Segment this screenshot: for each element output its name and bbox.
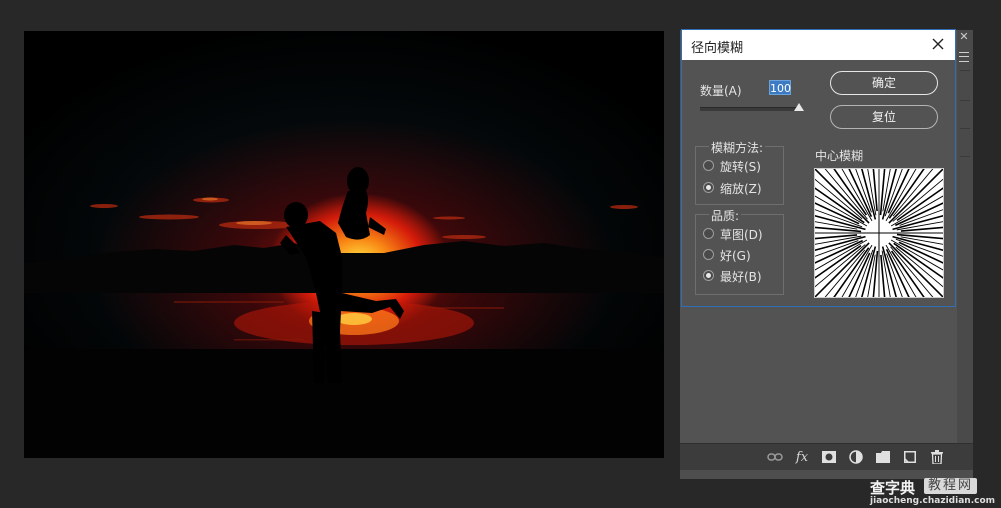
quality-good-label[interactable]: 好(G) bbox=[720, 247, 751, 264]
reset-button[interactable]: 复位 bbox=[830, 105, 938, 129]
amount-slider-thumb[interactable] bbox=[794, 103, 804, 111]
close-icon[interactable] bbox=[929, 35, 947, 53]
adjustment-icon[interactable] bbox=[848, 449, 864, 465]
watermark-tag: 教程网 bbox=[924, 478, 978, 494]
blur-center-label: 中心模糊 bbox=[815, 149, 864, 163]
photo-silhouettes bbox=[24, 167, 664, 458]
panel-collapse-strip bbox=[957, 30, 973, 478]
folder-icon[interactable] bbox=[875, 449, 891, 465]
fx-icon[interactable]: fx bbox=[794, 449, 810, 465]
quality-best-label[interactable]: 最好(B) bbox=[720, 268, 762, 285]
amount-input[interactable]: 100 bbox=[769, 80, 791, 95]
blur-method-title: 模糊方法: bbox=[709, 139, 766, 156]
dialog-titlebar[interactable]: 径向模糊 bbox=[682, 30, 955, 60]
panel-menu-icon[interactable] bbox=[959, 52, 969, 62]
dialog-title: 径向模糊 bbox=[691, 41, 744, 56]
watermark-brand: 查字典 bbox=[870, 479, 916, 497]
new-layer-icon[interactable] bbox=[902, 449, 918, 465]
method-spin-radio[interactable] bbox=[703, 160, 714, 171]
zoom-rays-graphic bbox=[815, 169, 943, 297]
trash-icon[interactable] bbox=[929, 449, 945, 465]
method-zoom-label[interactable]: 缩放(Z) bbox=[720, 180, 762, 197]
quality-good-radio[interactable] bbox=[703, 249, 714, 260]
panel-close-icon[interactable]: ✕ bbox=[958, 31, 970, 43]
mask-icon[interactable] bbox=[821, 449, 837, 465]
amount-label: 数量(A) bbox=[700, 84, 742, 98]
blur-center-preview[interactable] bbox=[814, 168, 944, 298]
ok-button[interactable]: 确定 bbox=[830, 71, 938, 95]
quality-draft-radio[interactable] bbox=[703, 228, 714, 239]
document-canvas-area bbox=[0, 0, 680, 508]
site-watermark: 查字典 教程网 jiaocheng.chazidian.com bbox=[870, 477, 1001, 508]
quality-draft-label[interactable]: 草图(D) bbox=[720, 226, 763, 243]
link-icon[interactable] bbox=[767, 449, 783, 465]
method-zoom-radio[interactable] bbox=[703, 182, 714, 193]
quality-best-radio[interactable] bbox=[703, 270, 714, 281]
amount-slider[interactable] bbox=[700, 107, 800, 111]
layers-bottom-toolbar: fx bbox=[680, 443, 973, 479]
quality-title: 品质: bbox=[709, 207, 742, 224]
watermark-url: jiaocheng.chazidian.com bbox=[870, 496, 996, 506]
sunset-couple-photo[interactable] bbox=[24, 31, 664, 458]
method-spin-label[interactable]: 旋转(S) bbox=[720, 158, 761, 175]
